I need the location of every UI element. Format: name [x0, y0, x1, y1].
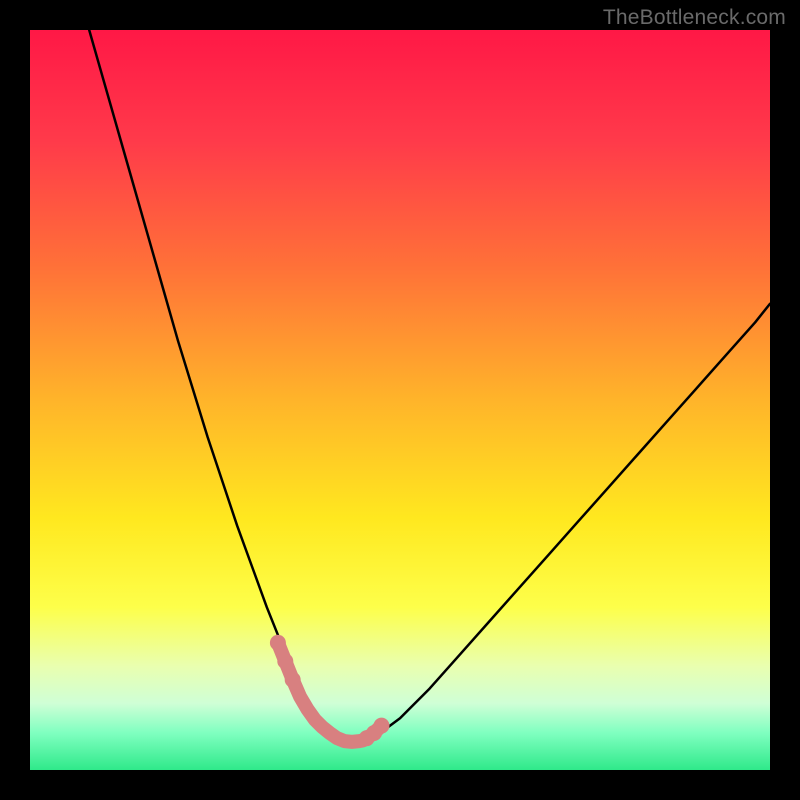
- gradient-background: [30, 30, 770, 770]
- highlight-dot: [277, 653, 293, 669]
- chart-frame: TheBottleneck.com: [0, 0, 800, 800]
- highlight-dot: [285, 672, 301, 688]
- bottleneck-chart: [30, 30, 770, 770]
- highlight-dot: [270, 635, 286, 651]
- plot-area: [30, 30, 770, 770]
- watermark-text: TheBottleneck.com: [603, 6, 786, 30]
- highlight-dot: [374, 718, 390, 734]
